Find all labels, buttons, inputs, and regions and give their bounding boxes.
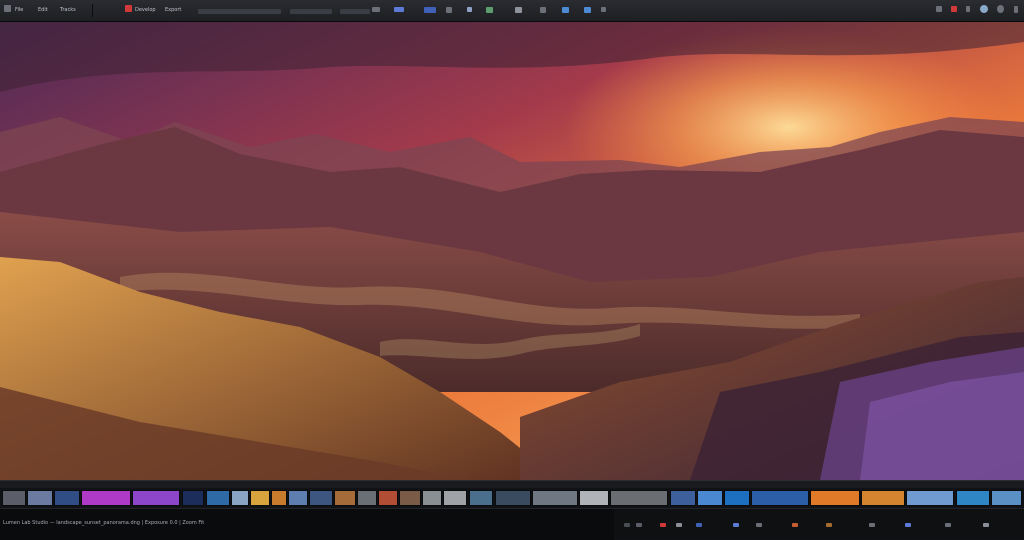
overflow-icon[interactable] [1014, 6, 1018, 13]
color-picker-icon[interactable] [424, 7, 436, 13]
status-chip [696, 523, 702, 527]
film-thumbnail[interactable] [610, 490, 668, 506]
film-thumbnail[interactable] [422, 490, 442, 506]
film-thumbnail[interactable] [27, 490, 53, 506]
status-chip [869, 523, 875, 527]
menu-tracks[interactable]: Tracks [60, 5, 76, 16]
histogram-icon[interactable] [515, 7, 522, 13]
film-thumbnail[interactable] [810, 490, 860, 506]
film-thumbnail[interactable] [309, 490, 333, 506]
menu-develop[interactable]: Develop [135, 5, 156, 16]
record-icon[interactable] [125, 5, 132, 12]
film-thumbnail[interactable] [724, 490, 750, 506]
film-thumbnail[interactable] [697, 490, 723, 506]
toolbar-divider [92, 4, 93, 17]
film-thumbnail[interactable] [271, 490, 287, 506]
film-thumbnail[interactable] [861, 490, 905, 506]
status-chip [660, 523, 666, 527]
status-chip [945, 523, 951, 527]
filmstrip [0, 488, 1024, 508]
mask-icon[interactable] [584, 7, 591, 13]
grid-icon[interactable] [372, 7, 380, 12]
film-thumbnail[interactable] [81, 490, 131, 506]
toolbar-slot[interactable] [245, 9, 281, 14]
film-thumbnail[interactable] [378, 490, 398, 506]
film-thumbnail[interactable] [670, 490, 696, 506]
film-thumbnail[interactable] [231, 490, 249, 506]
status-text: Lumen Lab Studio — landscape_sunset_pano… [3, 520, 205, 526]
settings-icon[interactable] [467, 7, 472, 12]
status-chip [733, 523, 739, 527]
film-thumbnail[interactable] [2, 490, 26, 506]
presets-icon[interactable] [486, 7, 493, 13]
film-thumbnail[interactable] [579, 490, 609, 506]
filmstrip-header [0, 480, 1024, 488]
film-thumbnail[interactable] [469, 490, 493, 506]
film-thumbnail[interactable] [906, 490, 954, 506]
film-thumbnail[interactable] [132, 490, 180, 506]
menu-export[interactable]: Export [165, 5, 181, 16]
film-thumbnail[interactable] [532, 490, 578, 506]
film-thumbnail[interactable] [443, 490, 467, 506]
status-bar: Lumen Lab Studio — landscape_sunset_pano… [0, 508, 1024, 540]
menu-file[interactable]: File [15, 5, 23, 16]
status-chip [624, 523, 630, 527]
film-thumbnail[interactable] [956, 490, 990, 506]
film-thumbnail[interactable] [182, 490, 204, 506]
status-chip [792, 523, 798, 527]
film-thumbnail[interactable] [54, 490, 80, 506]
film-thumbnail[interactable] [495, 490, 531, 506]
film-thumbnail[interactable] [206, 490, 230, 506]
top-toolbar: File Edit Tracks Develop Export [0, 0, 1024, 22]
status-chip [636, 523, 642, 527]
notification-icon[interactable] [936, 6, 942, 12]
film-thumbnail[interactable] [250, 490, 270, 506]
image-canvas[interactable] [0, 22, 1024, 480]
film-thumbnail[interactable] [357, 490, 377, 506]
app-menu-icon[interactable] [4, 5, 11, 12]
account-icon[interactable] [980, 5, 988, 13]
status-chip [826, 523, 832, 527]
image-icon[interactable] [562, 7, 569, 13]
status-chip [756, 523, 762, 527]
film-thumbnail[interactable] [288, 490, 308, 506]
film-thumbnail[interactable] [334, 490, 356, 506]
film-thumbnail[interactable] [399, 490, 421, 506]
film-thumbnail[interactable] [991, 490, 1022, 506]
status-chip [905, 523, 911, 527]
toolbar-slot[interactable] [290, 9, 332, 14]
layers-icon[interactable] [446, 7, 452, 13]
sunset-mountain-photo [0, 22, 1024, 480]
compare-icon[interactable] [540, 7, 546, 13]
status-panel: Lumen Lab Studio — landscape_sunset_pano… [0, 509, 614, 540]
chevron-right-icon[interactable] [601, 7, 606, 12]
menu-edit[interactable]: Edit [38, 5, 48, 16]
crop-icon[interactable] [394, 7, 404, 12]
help-icon[interactable] [997, 5, 1004, 13]
status-chip [676, 523, 682, 527]
clock-icon[interactable] [966, 6, 970, 12]
record-status-icon[interactable] [951, 6, 957, 12]
film-thumbnail[interactable] [751, 490, 809, 506]
toolbar-slot[interactable] [340, 9, 370, 14]
status-chip [983, 523, 989, 527]
